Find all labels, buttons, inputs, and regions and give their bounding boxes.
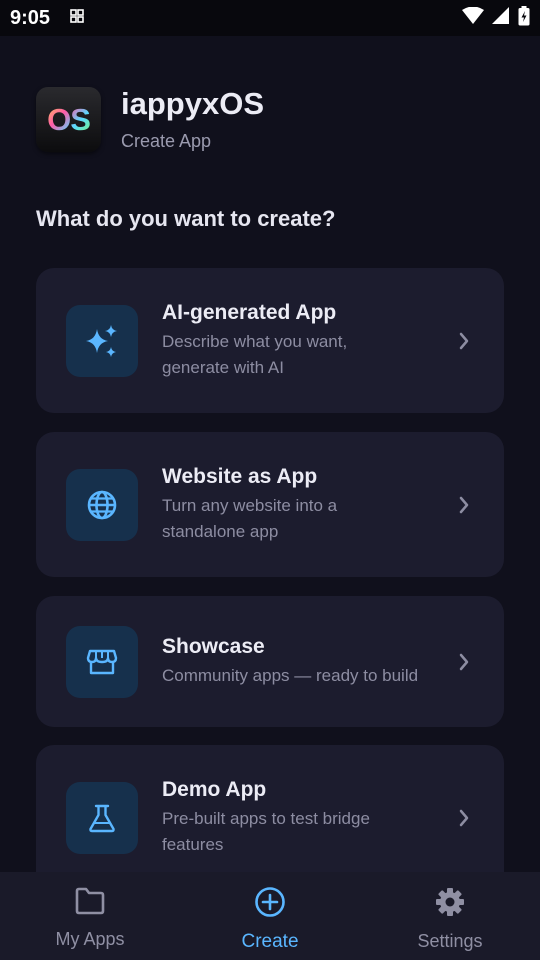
- gear-icon: [434, 886, 466, 923]
- app-logo-text: OS: [47, 101, 91, 137]
- create-options-list[interactable]: AI-generated App Describe what you want,…: [36, 268, 504, 872]
- status-time: 9:05: [10, 6, 51, 29]
- card-description-line: Pre-built apps to test bridge: [162, 808, 370, 828]
- card-description-line: Describe what you want,: [162, 331, 348, 351]
- battery-icon: [518, 5, 530, 31]
- flask-icon: [66, 781, 138, 854]
- card-description-line: standalone app: [162, 521, 279, 541]
- chevron-right-icon: [450, 809, 470, 827]
- nav-label: Create: [241, 931, 299, 952]
- sparkle-icon: [66, 304, 138, 377]
- card-description-line: Turn any website into a: [162, 495, 338, 515]
- card-description: Describe what you want, generate with AI: [162, 329, 450, 381]
- storefront-icon: [66, 625, 138, 698]
- folder-icon: [74, 886, 106, 921]
- chevron-right-icon: [450, 332, 470, 350]
- card-description: Turn any website into a standalone app: [162, 493, 450, 545]
- card-description-line: features: [162, 834, 224, 854]
- bottom-navigation: My Apps Create Settings: [0, 872, 540, 960]
- status-bar: 9:05: [0, 0, 540, 36]
- add-circle-icon: [254, 886, 286, 923]
- app-header: OS iappyxOS Create App: [36, 86, 264, 153]
- signal-icon: [492, 6, 510, 30]
- chevron-right-icon: [450, 496, 470, 514]
- card-description: Community apps — ready to build: [162, 663, 450, 689]
- card-description: Pre-built apps to test bridge features: [162, 806, 450, 858]
- nav-settings[interactable]: Settings: [360, 872, 540, 960]
- card-title: Website as App: [162, 464, 318, 488]
- card-title: Showcase: [162, 634, 265, 658]
- nav-label: Settings: [417, 931, 483, 951]
- card-title: Demo App: [162, 777, 267, 801]
- nav-create[interactable]: Create: [180, 872, 360, 960]
- globe-icon: [66, 468, 138, 541]
- website-as-app-card[interactable]: Website as App Turn any website into a s…: [36, 432, 504, 577]
- ai-generated-app-card[interactable]: AI-generated App Describe what you want,…: [36, 268, 504, 413]
- showcase-card[interactable]: Showcase Community apps — ready to build: [36, 596, 504, 727]
- app-logo: OS: [36, 87, 101, 153]
- demo-app-card[interactable]: Demo App Pre-built apps to test bridge f…: [36, 745, 504, 872]
- notification-grid-icon: [70, 8, 84, 28]
- nav-label: My Apps: [55, 929, 125, 949]
- card-description-line: generate with AI: [162, 357, 284, 377]
- app-title: iappyxOS: [121, 86, 264, 121]
- nav-my-apps[interactable]: My Apps: [0, 872, 180, 960]
- card-description-line: Community apps — ready to build: [162, 665, 419, 685]
- app-subtitle: Create App: [121, 131, 212, 152]
- chevron-right-icon: [450, 653, 470, 671]
- card-title: AI-generated App: [162, 300, 337, 324]
- wifi-icon: [462, 6, 484, 30]
- section-title: What do you want to create?: [36, 206, 336, 231]
